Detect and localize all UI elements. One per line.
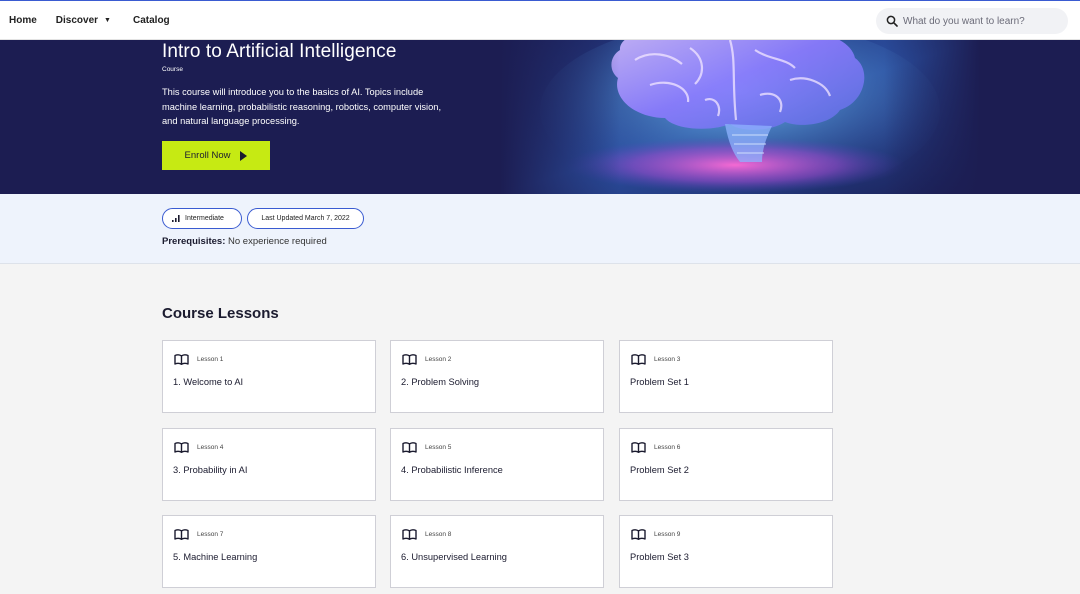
prerequisites: Prerequisites: No experience required <box>162 236 327 247</box>
open-book-icon <box>402 442 417 453</box>
open-book-icon <box>402 354 417 365</box>
lesson-number: Lesson 8 <box>425 531 452 538</box>
course-hero: Intro to Artificial Intelligence Course … <box>0 40 1080 194</box>
brain-illustration <box>500 40 980 194</box>
last-updated-label: Last Updated March 7, 2022 <box>261 215 350 222</box>
course-title: Intro to Artificial Intelligence <box>162 41 397 62</box>
lesson-card[interactable]: Lesson 9 Problem Set 3 <box>619 515 833 588</box>
open-book-icon <box>631 354 646 365</box>
top-navigation: Home Discover ▼ Catalog <box>0 0 1080 40</box>
lesson-title: 6. Unsupervised Learning <box>401 552 507 562</box>
nav-home-link[interactable]: Home <box>9 15 37 26</box>
lesson-card[interactable]: Lesson 3 Problem Set 1 <box>619 340 833 413</box>
lesson-title: Problem Set 1 <box>630 377 689 387</box>
course-meta: Intermediate Last Updated March 7, 2022 … <box>0 194 1080 264</box>
course-type-label: Course <box>162 66 183 73</box>
last-updated-badge: Last Updated March 7, 2022 <box>247 208 364 229</box>
nav-catalog-link[interactable]: Catalog <box>133 15 170 26</box>
lesson-number: Lesson 7 <box>197 531 224 538</box>
chevron-down-icon: ▼ <box>104 16 111 24</box>
open-book-icon <box>402 529 417 540</box>
search-box[interactable] <box>876 8 1068 34</box>
lesson-number: Lesson 6 <box>654 444 681 451</box>
lesson-title: 5. Machine Learning <box>173 552 258 562</box>
prerequisites-label: Prerequisites: <box>162 236 226 247</box>
lesson-title: 1. Welcome to AI <box>173 377 244 387</box>
open-book-icon <box>631 529 646 540</box>
lesson-title: Problem Set 2 <box>630 465 689 475</box>
level-badge: Intermediate <box>162 208 242 229</box>
lesson-card[interactable]: Lesson 4 3. Probability in AI <box>162 428 376 501</box>
enroll-now-button[interactable]: Enroll Now <box>162 141 270 170</box>
nav-discover-menu[interactable]: Discover ▼ <box>56 15 111 26</box>
nav-discover-label: Discover <box>55 14 99 26</box>
open-book-icon <box>174 354 189 365</box>
open-book-icon <box>174 442 189 453</box>
enroll-now-label: Enroll Now <box>184 150 231 161</box>
lesson-card[interactable]: Lesson 2 2. Problem Solving <box>390 340 604 413</box>
lesson-number: Lesson 3 <box>654 356 681 363</box>
signal-bars-icon <box>172 215 180 222</box>
prerequisites-value: No experience required <box>228 236 327 247</box>
lesson-card[interactable]: Lesson 7 5. Machine Learning <box>162 515 376 588</box>
lesson-number: Lesson 2 <box>425 356 452 363</box>
open-book-icon <box>174 529 189 540</box>
lesson-title: 2. Problem Solving <box>401 377 480 387</box>
lesson-card[interactable]: Lesson 8 6. Unsupervised Learning <box>390 515 604 588</box>
lessons-heading: Course Lessons <box>162 305 279 322</box>
lesson-card[interactable]: Lesson 6 Problem Set 2 <box>619 428 833 501</box>
level-label: Intermediate <box>185 215 224 222</box>
lesson-card[interactable]: Lesson 5 4. Probabilistic Inference <box>390 428 604 501</box>
lesson-card[interactable]: Lesson 1 1. Welcome to AI <box>162 340 376 413</box>
course-description: This course will introduce you to the ba… <box>162 87 442 126</box>
open-book-icon <box>631 442 646 453</box>
search-input[interactable] <box>903 15 1063 27</box>
lesson-number: Lesson 5 <box>425 444 452 451</box>
play-icon <box>240 150 248 161</box>
lesson-number: Lesson 1 <box>197 356 224 363</box>
lesson-number: Lesson 9 <box>654 531 681 538</box>
lesson-number: Lesson 4 <box>197 444 224 451</box>
lesson-title: Problem Set 3 <box>630 552 689 562</box>
lesson-title: 3. Probability in AI <box>173 465 248 475</box>
lesson-title: 4. Probabilistic Inference <box>401 465 503 475</box>
search-icon <box>886 15 898 27</box>
